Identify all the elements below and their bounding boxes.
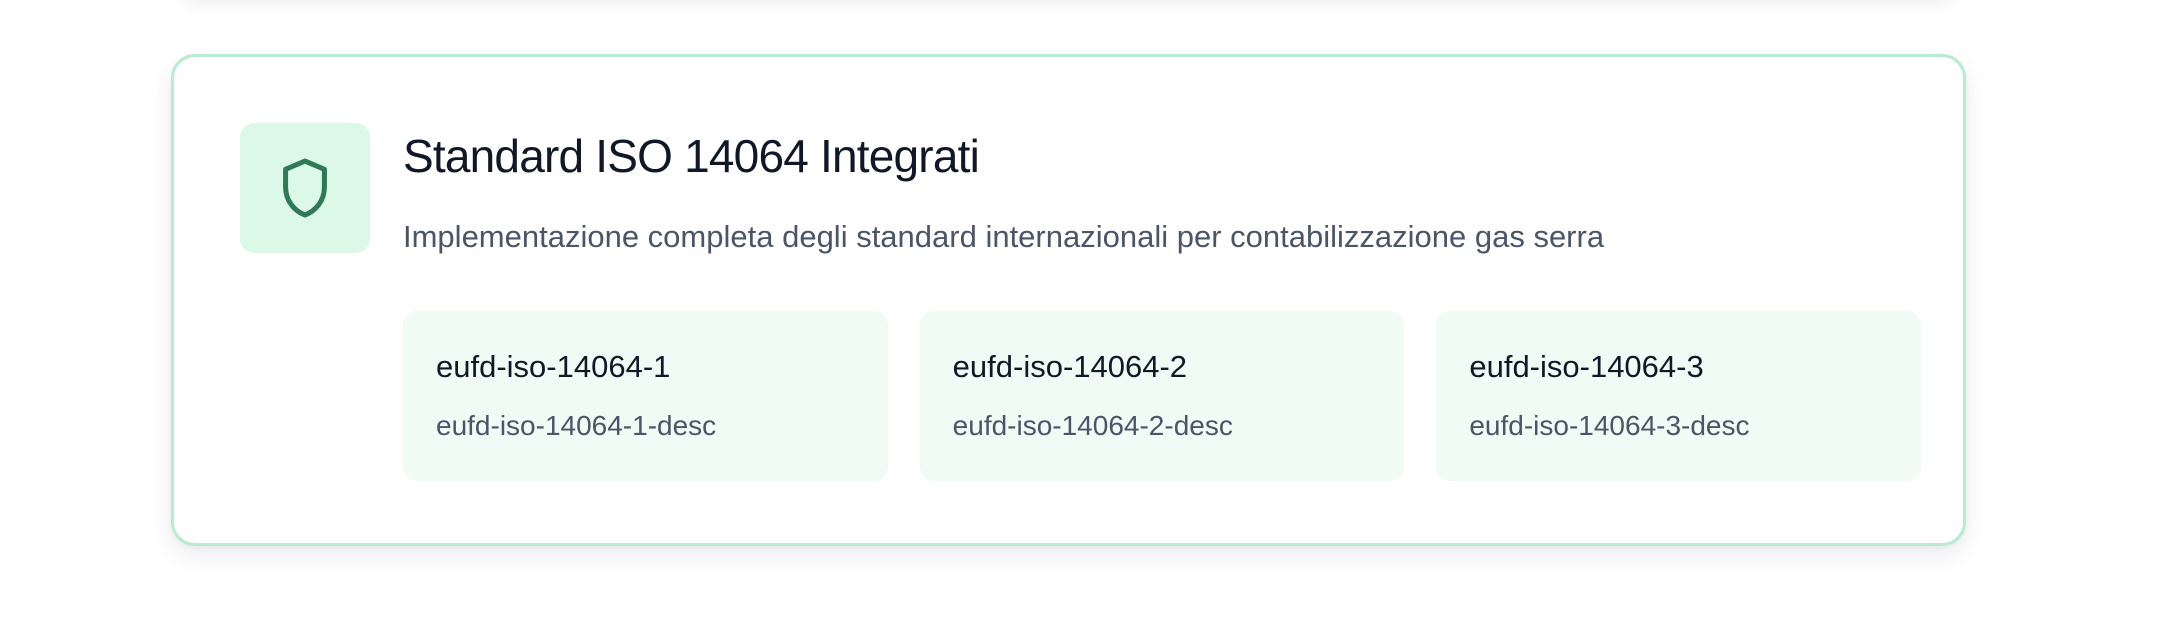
standard-name: eufd-iso-14064-2 [952, 349, 1188, 384]
iso-standards-card: Standard ISO 14064 Integrati Implementaz… [171, 54, 1966, 546]
standard-name: eufd-iso-14064-1 [436, 349, 671, 384]
shield-icon [283, 158, 327, 218]
standards-grid: eufd-iso-14064-1 eufd-iso-14064-1-desc e… [403, 311, 1922, 481]
standard-name: eufd-iso-14064-3 [1469, 349, 1704, 384]
standard-description: eufd-iso-14064-1-desc [436, 410, 717, 441]
standard-card-iso-14064-2: eufd-iso-14064-2 eufd-iso-14064-2-desc [919, 311, 1405, 481]
icon-container [240, 123, 370, 253]
section-description: Implementazione completa degli standard … [403, 219, 1605, 254]
standard-description: eufd-iso-14064-3-desc [1469, 410, 1750, 441]
standard-description: eufd-iso-14064-2-desc [952, 410, 1233, 441]
standard-card-iso-14064-1: eufd-iso-14064-1 eufd-iso-14064-1-desc [403, 311, 888, 481]
standard-card-iso-14064-3: eufd-iso-14064-3 eufd-iso-14064-3-desc [1436, 311, 1922, 481]
section-title: Standard ISO 14064 Integrati [403, 130, 980, 182]
